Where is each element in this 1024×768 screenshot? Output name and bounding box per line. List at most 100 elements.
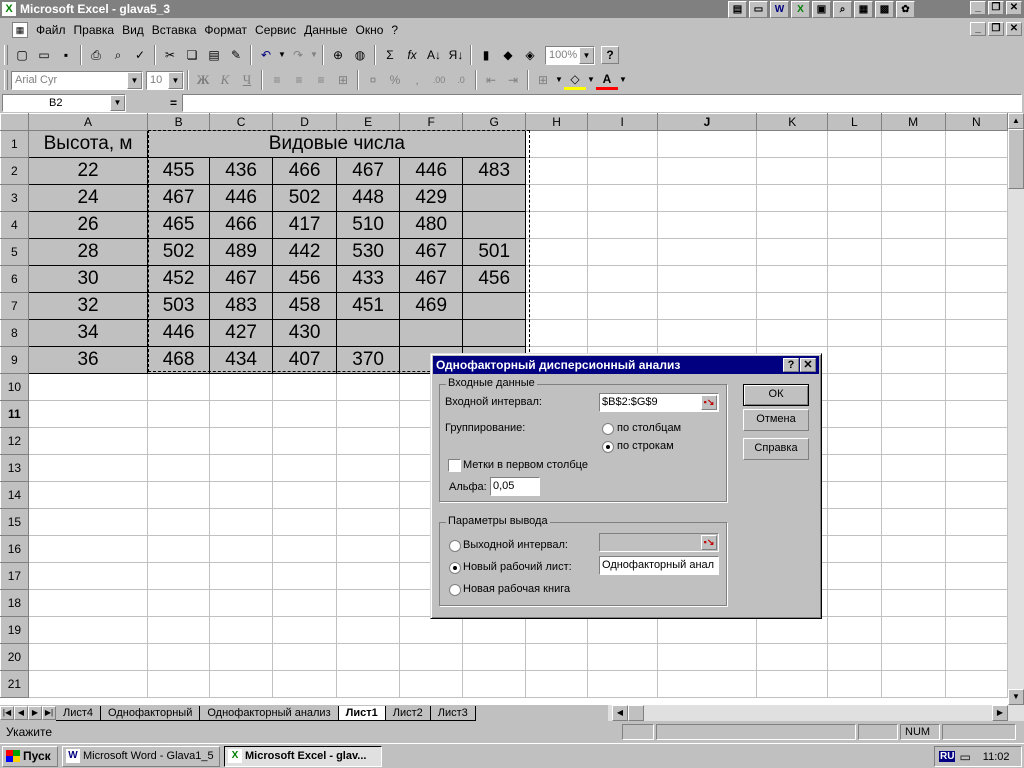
cell[interactable]: 530	[335, 238, 401, 266]
cell[interactable]	[208, 670, 274, 698]
radio-output-range[interactable]	[449, 540, 461, 552]
cell[interactable]: 467	[147, 184, 210, 212]
cell[interactable]	[147, 427, 210, 455]
cell[interactable]	[525, 670, 588, 698]
cell[interactable]	[272, 508, 337, 536]
cell[interactable]: 446	[208, 184, 274, 212]
cell[interactable]	[656, 643, 758, 671]
cell[interactable]	[656, 616, 758, 644]
cell[interactable]	[272, 400, 337, 428]
cell[interactable]	[756, 265, 829, 293]
bold-button[interactable]: Ж	[192, 69, 214, 91]
row-header[interactable]: 17	[0, 562, 29, 590]
cell[interactable]	[944, 562, 1008, 590]
cell[interactable]: 502	[147, 238, 210, 266]
cell[interactable]	[827, 373, 882, 401]
cell[interactable]: 465	[147, 211, 210, 239]
row-header[interactable]: 14	[0, 481, 29, 509]
cell[interactable]	[944, 643, 1008, 671]
cell[interactable]	[756, 616, 829, 644]
cell[interactable]	[944, 400, 1008, 428]
cell[interactable]	[827, 211, 882, 239]
cell[interactable]: 34	[27, 319, 149, 347]
insert-hyperlink-icon[interactable]: ⊕	[327, 44, 349, 66]
cell[interactable]	[827, 670, 882, 698]
column-header[interactable]: C	[208, 113, 274, 131]
cell[interactable]	[656, 292, 758, 320]
cell[interactable]	[208, 643, 274, 671]
cell[interactable]: 480	[399, 211, 463, 239]
cell[interactable]: 452	[147, 265, 210, 293]
cell[interactable]: 456	[461, 265, 527, 293]
cell[interactable]	[586, 157, 658, 185]
cell-header-height[interactable]: Высота, м	[27, 130, 149, 158]
redo-dropdown-icon[interactable]: ▼	[309, 44, 319, 66]
print-preview-icon[interactable]: ⌕	[107, 44, 129, 66]
cell[interactable]	[208, 481, 274, 509]
cell[interactable]	[827, 643, 882, 671]
cell[interactable]	[335, 373, 401, 401]
toolbar-grip[interactable]	[4, 70, 8, 90]
cell[interactable]	[335, 643, 401, 671]
cell[interactable]	[272, 427, 337, 455]
cell[interactable]	[272, 589, 337, 617]
increase-decimal-icon[interactable]: .00	[428, 69, 450, 91]
cell[interactable]	[944, 184, 1008, 212]
cell[interactable]: 466	[272, 157, 337, 185]
spelling-icon[interactable]: ✓	[129, 44, 151, 66]
cell[interactable]	[525, 265, 588, 293]
powerpoint-shortcut-icon[interactable]: ▣	[812, 0, 831, 18]
cell[interactable]	[756, 292, 829, 320]
cell[interactable]	[586, 319, 658, 347]
cell[interactable]: 456	[272, 265, 337, 293]
cell[interactable]	[944, 481, 1008, 509]
cell[interactable]	[756, 670, 829, 698]
cell[interactable]: 458	[272, 292, 337, 320]
cell[interactable]	[827, 481, 882, 509]
cell[interactable]	[827, 292, 882, 320]
cell[interactable]: 32	[27, 292, 149, 320]
cell[interactable]	[880, 616, 946, 644]
output-range-field[interactable]: ▪↘	[599, 533, 719, 552]
cut-icon[interactable]: ✂	[159, 44, 181, 66]
row-header[interactable]: 2	[0, 157, 29, 185]
cell[interactable]	[827, 535, 882, 563]
cell[interactable]	[208, 454, 274, 482]
vertical-scrollbar[interactable]: ▲ ▼	[1008, 113, 1024, 705]
cell[interactable]	[586, 616, 658, 644]
sheet-tab-anova-short[interactable]: Однофакторный	[101, 705, 201, 721]
cell[interactable]: 467	[335, 157, 401, 185]
cell[interactable]	[272, 670, 337, 698]
menu-format[interactable]: Формат	[200, 23, 251, 37]
menu-file[interactable]: Файл	[32, 23, 70, 37]
percent-icon[interactable]: %	[384, 69, 406, 91]
cell[interactable]	[944, 211, 1008, 239]
cell[interactable]: 467	[399, 238, 463, 266]
cell[interactable]	[27, 562, 149, 590]
cell[interactable]	[656, 184, 758, 212]
cell[interactable]	[827, 265, 882, 293]
cell[interactable]	[880, 265, 946, 293]
cell[interactable]: 427	[208, 319, 274, 347]
redo-icon[interactable]: ↷	[287, 44, 309, 66]
cell[interactable]	[272, 373, 337, 401]
cell[interactable]	[827, 454, 882, 482]
excel-shortcut-icon[interactable]: X	[791, 0, 810, 18]
sheet-tab-anova[interactable]: Однофакторный анализ	[200, 705, 339, 721]
cell[interactable]: 502	[272, 184, 337, 212]
cell[interactable]	[147, 508, 210, 536]
cell[interactable]	[880, 589, 946, 617]
cell[interactable]	[335, 589, 401, 617]
cell[interactable]: 442	[272, 238, 337, 266]
first-sheet-icon[interactable]: |◀	[0, 706, 14, 720]
cell[interactable]	[944, 589, 1008, 617]
next-sheet-icon[interactable]: ▶	[28, 706, 42, 720]
shortcut-icon[interactable]: ▤	[728, 0, 747, 18]
sort-descending-icon[interactable]: Я↓	[445, 44, 467, 66]
menu-data[interactable]: Данные	[300, 23, 351, 37]
cell[interactable]	[756, 238, 829, 266]
function-wizard-icon[interactable]: fx	[401, 44, 423, 66]
cell[interactable]	[880, 157, 946, 185]
cell[interactable]	[586, 670, 658, 698]
cell[interactable]	[208, 535, 274, 563]
